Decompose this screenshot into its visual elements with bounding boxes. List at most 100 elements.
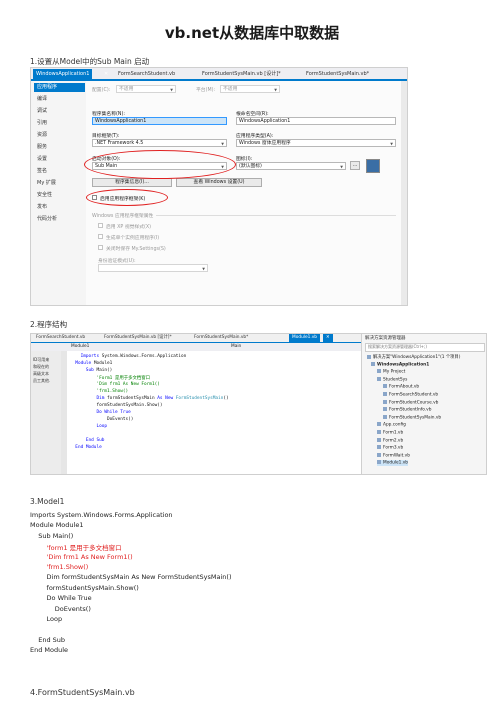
- view-windows-settings-button[interactable]: 查看 Windows 设置(U): [176, 178, 262, 187]
- divider: [156, 215, 396, 216]
- single-instance-label: 生成单个实例应用程序(I): [106, 236, 160, 241]
- file-icon: [371, 361, 375, 366]
- single-instance-checkbox[interactable]: [98, 234, 103, 239]
- file-icon: [383, 414, 387, 419]
- document-tab-bar: WindowsApplication1 ✕ FormSearchStudent.…: [31, 68, 407, 81]
- tab-formsearchstudent[interactable]: FormSearchStudent.vb: [33, 334, 88, 342]
- icon-label: 图标(I):: [236, 157, 253, 162]
- platform-select[interactable]: 不适用: [220, 85, 280, 94]
- code-line: Sub Main(): [85, 368, 113, 373]
- tab-formstudentsysmain-design[interactable]: FormStudentSysMain.vb [设计]*: [199, 69, 284, 79]
- solution-tree-item[interactable]: Form3.vb: [377, 445, 403, 451]
- navigation-bar: Module1 Main: [31, 342, 361, 351]
- strip-line: 高级文本: [33, 371, 49, 376]
- solution-tree-item[interactable]: FormWait.vb: [377, 452, 410, 458]
- code-line: Do While True: [96, 410, 131, 415]
- file-icon: [377, 445, 381, 450]
- windows-framework-props-label: Windows 应用程序框架属性: [92, 214, 154, 219]
- icon-select[interactable]: (默认图标): [236, 162, 346, 171]
- listing-line: End Sub: [30, 635, 66, 644]
- code-line: End Module: [75, 445, 102, 450]
- app-type-select[interactable]: Windows 窗体应用程序: [236, 139, 396, 148]
- assembly-info-button[interactable]: 程序集信息(I)...: [92, 178, 172, 187]
- nav-signing[interactable]: 签名: [34, 167, 85, 176]
- code-line: Dim formStudentSysMain As New FormStuden…: [96, 396, 229, 401]
- file-icon: [377, 422, 381, 427]
- code-line: 'Form1 是用于多文档窗口: [96, 376, 151, 381]
- tab-formstudentsysmain-design[interactable]: FormStudentSysMain.vb [设计]*: [101, 334, 175, 342]
- code-line: DoEvents(): [107, 417, 134, 422]
- listing-line: Imports System.Windows.Forms.Application: [30, 511, 173, 519]
- solution-tree-item[interactable]: Form1.vb: [377, 430, 403, 436]
- nav-code-analysis[interactable]: 代码分析: [34, 215, 85, 224]
- solution-explorer-title: 解决方案资源管理器: [365, 336, 406, 341]
- file-icon: [377, 437, 381, 442]
- config-select[interactable]: 不适用: [116, 85, 176, 94]
- tab-formstudentsysmain-code[interactable]: FormStudentSysMain.vb*: [191, 334, 251, 342]
- nav-resources[interactable]: 资源: [34, 131, 85, 140]
- app-framework-annotation: [86, 189, 168, 206]
- section-heading-2: 2.程序结构: [30, 320, 68, 329]
- nav-security[interactable]: 安全性: [34, 191, 85, 200]
- application-settings-panel: 配置(C): 不适用 平台(M): 不适用 程序集名称(N): WindowsA…: [84, 81, 407, 305]
- code-editor[interactable]: Imports System.Windows.Forms.Application…: [67, 351, 361, 474]
- root-namespace-label: 根命名空间(R):: [236, 112, 269, 117]
- tab-formstudentsysmain-code[interactable]: FormStudentSysMain.vb*: [303, 69, 372, 79]
- listing-line: Sub Main(): [30, 531, 74, 540]
- section-heading-3: 3.Model1: [30, 497, 65, 506]
- save-settings-checkbox[interactable]: [98, 245, 103, 250]
- file-icon: [383, 407, 387, 412]
- solution-tree-item[interactable]: Form2.vb: [377, 437, 403, 443]
- tab-close-icon[interactable]: ✕: [323, 334, 333, 342]
- file-icon: [377, 452, 381, 457]
- auth-mode-label: 身份验证模式(U):: [98, 259, 136, 264]
- solution-tree-item[interactable]: Module1.vb: [377, 460, 408, 466]
- nav-debug[interactable]: 调试: [34, 107, 85, 116]
- file-icon: [383, 399, 387, 404]
- tab-module1[interactable]: Module1.vb: [289, 334, 320, 342]
- type-dropdown[interactable]: Module1: [71, 344, 89, 349]
- tab-windowsapplication1[interactable]: WindowsApplication1: [33, 69, 93, 79]
- xp-styles-checkbox[interactable]: [98, 223, 103, 228]
- file-icon: [377, 430, 381, 434]
- listing-line: 'form1 是用于多文档窗口: [30, 544, 122, 553]
- target-framework-select[interactable]: .NET Framework 4.5: [92, 139, 227, 148]
- nav-application[interactable]: 应用程序: [34, 83, 85, 92]
- solution-tree-item[interactable]: 解决方案"WindowsApplication1"(1 个项目): [367, 354, 460, 360]
- solution-tree-item[interactable]: StudentSys: [377, 376, 407, 382]
- solution-tree-item[interactable]: FormStudentSysMain.vb: [383, 414, 441, 420]
- solution-tree-item[interactable]: My Project: [377, 369, 405, 375]
- solution-tree-item[interactable]: App.config: [377, 422, 406, 428]
- tab-formsearchstudent[interactable]: FormSearchStudent.vb: [115, 69, 178, 79]
- assembly-name-field[interactable]: WindowsApplication1: [92, 117, 227, 125]
- listing-line: 'frm1.Show(): [30, 563, 89, 571]
- member-dropdown[interactable]: Main: [231, 344, 241, 349]
- app-type-label: 应用程序类型(A):: [236, 134, 274, 139]
- startup-object-annotation: [84, 150, 236, 179]
- nav-compile[interactable]: 编译: [34, 95, 85, 104]
- listing-line: formStudentSysMain.Show(): [30, 583, 139, 592]
- solution-tree-item[interactable]: WindowsApplication1: [371, 361, 429, 367]
- solution-tree-item[interactable]: FormAbout.vb: [383, 384, 419, 390]
- solution-tree-item[interactable]: FormStudentInfo.vb: [383, 407, 431, 413]
- xp-styles-label: 启用 XP 视觉样式(X): [106, 225, 152, 230]
- code-line: 'frm1.Show(): [96, 389, 129, 394]
- solution-tree-item[interactable]: FormStudentCourse.vb: [383, 399, 438, 405]
- code-line: formStudentSysMain.Show(): [96, 403, 163, 408]
- nav-my-extensions[interactable]: My 扩展: [34, 179, 85, 188]
- code-line: End Sub: [85, 438, 105, 443]
- browse-icon-button[interactable]: …: [350, 161, 360, 170]
- nav-services[interactable]: 服务: [34, 143, 85, 152]
- config-label: 配置(C):: [92, 88, 111, 93]
- root-namespace-field[interactable]: WindowsApplication1: [236, 117, 396, 125]
- nav-references[interactable]: 引用: [34, 119, 85, 128]
- vertical-scrollbar[interactable]: [401, 81, 407, 305]
- code-line: Loop: [96, 424, 108, 429]
- assembly-name-label: 程序集名称(N):: [92, 112, 125, 117]
- solution-tree-item[interactable]: FormSearchStudent.vb: [383, 392, 438, 398]
- solution-search-input[interactable]: 搜索解决方案资源管理器(Ctrl+;): [365, 343, 485, 352]
- nav-publish[interactable]: 发布: [34, 203, 85, 212]
- tab-close-icon[interactable]: ✕: [101, 69, 111, 79]
- nav-settings[interactable]: 设置: [34, 155, 85, 164]
- auth-mode-select[interactable]: [98, 264, 208, 273]
